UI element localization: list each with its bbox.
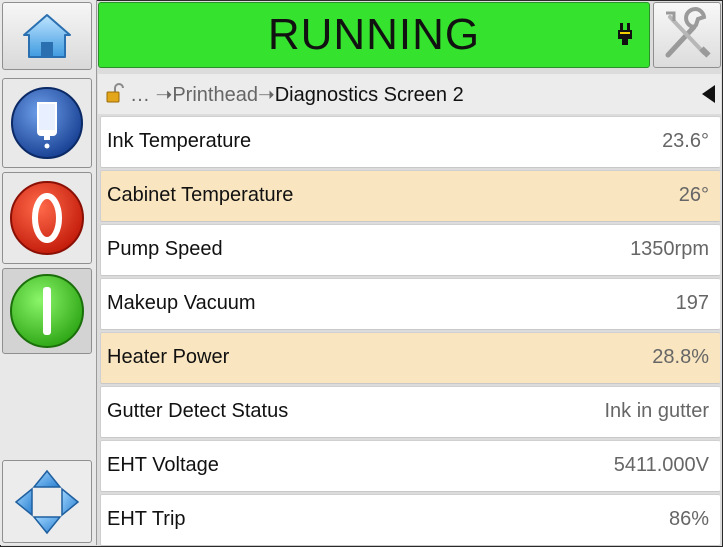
breadcrumb-arrow: ➝ xyxy=(155,84,173,106)
breadcrumb-printhead[interactable]: Printhead xyxy=(172,84,258,106)
plug-icon xyxy=(618,23,632,45)
start-icon xyxy=(10,274,84,348)
diagnostic-row-gutter-detect-status[interactable]: Gutter Detect Status Ink in gutter xyxy=(100,386,720,438)
stop-icon xyxy=(10,181,84,255)
navigation-button[interactable] xyxy=(2,460,92,543)
row-label: Pump Speed xyxy=(107,238,223,260)
row-value: 1350rpm xyxy=(630,238,709,260)
row-label: Heater Power xyxy=(107,346,230,368)
row-value: 23.6° xyxy=(662,130,709,152)
row-value: 197 xyxy=(675,292,709,314)
tools-button[interactable] xyxy=(653,2,721,68)
stop-button[interactable] xyxy=(2,172,92,264)
row-value: 26° xyxy=(678,184,709,206)
back-arrow-icon[interactable] xyxy=(702,85,715,103)
row-value: Ink in gutter xyxy=(604,400,709,422)
diagnostic-row-heater-power[interactable]: Heater Power 28.8% xyxy=(100,332,720,384)
row-label: Gutter Detect Status xyxy=(107,400,289,422)
row-value: 28.8% xyxy=(652,346,709,368)
row-value: 5411.000V xyxy=(613,454,709,476)
breadcrumb-path: … ➝Printhead➝Diagnostics Screen 2 xyxy=(130,82,464,107)
diagnostic-row-makeup-vacuum[interactable]: Makeup Vacuum 197 xyxy=(100,278,720,330)
ink-status-button[interactable] xyxy=(2,78,92,168)
row-label: EHT Trip xyxy=(107,508,186,530)
diagnostic-row-ink-temperature[interactable]: Ink Temperature 23.6° xyxy=(100,116,720,168)
breadcrumb: … ➝Printhead➝Diagnostics Screen 2 xyxy=(98,74,721,114)
diagnostic-row-eht-trip[interactable]: EHT Trip 86% xyxy=(100,494,720,546)
printer-status-bar[interactable]: RUNNING xyxy=(98,2,650,68)
start-button[interactable] xyxy=(2,268,92,354)
left-toolbar xyxy=(0,0,97,545)
breadcrumb-arrow: ➝ xyxy=(257,84,275,106)
row-label: Makeup Vacuum xyxy=(107,292,256,314)
status-text: RUNNING xyxy=(267,10,481,59)
tools-icon xyxy=(665,7,711,58)
navigation-arrows-icon xyxy=(14,469,80,534)
row-label: EHT Voltage xyxy=(107,454,219,476)
breadcrumb-ellipsis[interactable]: … xyxy=(130,84,150,106)
diagnostic-row-cabinet-temperature[interactable]: Cabinet Temperature 26° xyxy=(100,170,720,222)
diagnostic-row-eht-voltage[interactable]: EHT Voltage 5411.000V xyxy=(100,440,720,492)
row-label: Ink Temperature xyxy=(107,130,252,152)
home-icon xyxy=(23,14,71,58)
row-label: Cabinet Temperature xyxy=(107,184,294,206)
home-button[interactable] xyxy=(2,2,92,70)
unlocked-padlock-icon[interactable] xyxy=(106,83,124,103)
breadcrumb-current: Diagnostics Screen 2 xyxy=(274,84,464,106)
ink-bottle-icon xyxy=(11,87,83,159)
row-value: 86% xyxy=(668,508,709,530)
diagnostic-row-pump-speed[interactable]: Pump Speed 1350rpm xyxy=(100,224,720,276)
